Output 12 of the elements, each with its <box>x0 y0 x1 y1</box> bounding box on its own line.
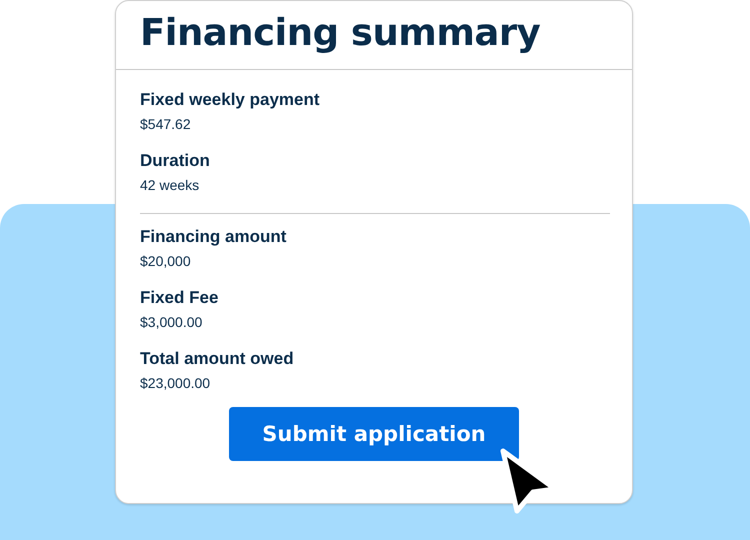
field-value: $547.62 <box>140 116 192 132</box>
field-value: $23,000.00 <box>140 375 212 391</box>
card-title: Financing summary <box>140 11 542 54</box>
field-value: $20,000 <box>140 253 192 269</box>
field-label: Total amount owed <box>140 349 295 369</box>
field-value: 42 weeks <box>140 177 200 193</box>
field-label: Financing amount <box>140 227 288 247</box>
field-label: Fixed weekly payment <box>140 90 321 110</box>
submit-button[interactable]: Submit application <box>229 407 519 461</box>
field-label: Fixed Fee <box>140 288 220 308</box>
field-label: Duration <box>140 151 211 171</box>
field-value: $3,000.00 <box>140 314 204 330</box>
